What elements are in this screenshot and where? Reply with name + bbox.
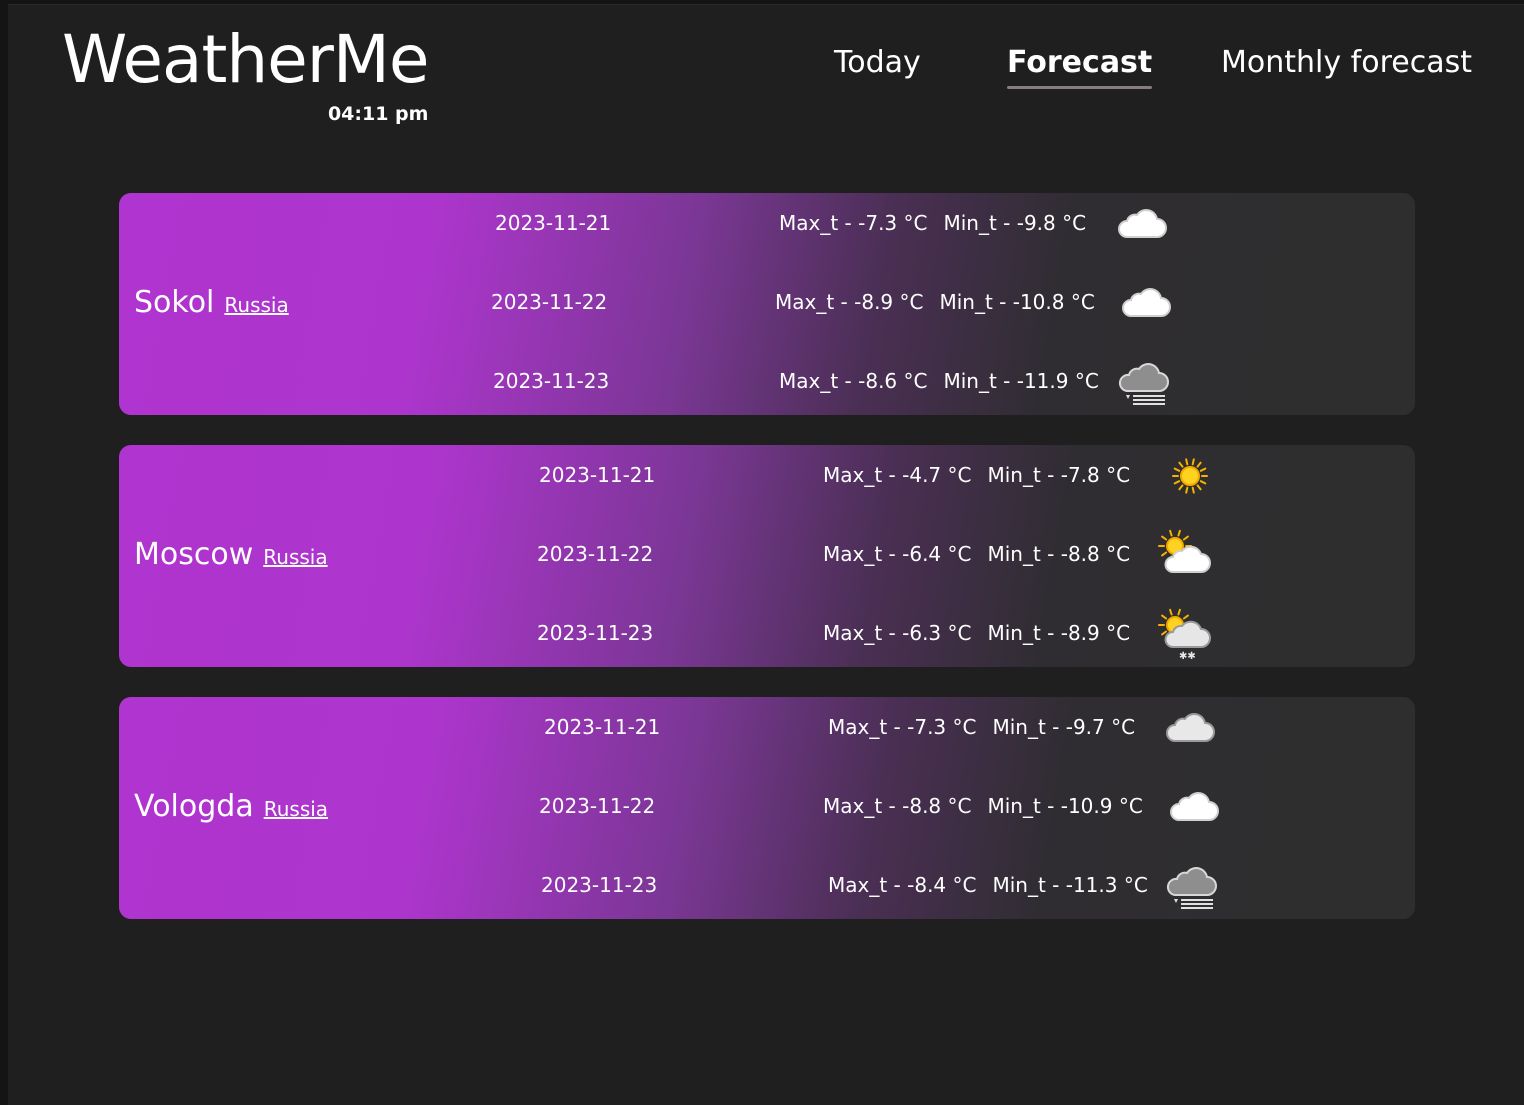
forecast-row: 2023-11-21 Max_t - -7.3 °C Min_t - -9.7 °… <box>119 697 1415 757</box>
forecast-date: 2023-11-23 <box>537 621 654 645</box>
temperature-range: Max_t - -8.8 °C Min_t - -10.9 °C <box>823 794 1143 818</box>
min-temperature: Min_t - -9.8 °C <box>943 211 1087 235</box>
sun-cloud-snow-icon: ✱✱ <box>1157 607 1211 662</box>
min-temperature: Min_t - -11.9 °C <box>943 369 1099 393</box>
cloud-icon <box>1167 780 1221 834</box>
nav-monthly-forecast[interactable]: Monthly forecast <box>1221 43 1472 83</box>
min-temperature: Min_t - -10.9 °C <box>987 794 1143 818</box>
city-card: Moscow Russia 2023-11-21 Max_t - -4.7 °C… <box>119 445 1415 667</box>
forecast-date: 2023-11-23 <box>541 873 658 897</box>
forecast-row: 2023-11-23 Max_t - -8.6 °C Min_t - -11.9 … <box>119 351 1415 411</box>
forecast-row: 2023-11-21 Max_t - -4.7 °C Min_t - -7.8 °… <box>119 445 1415 505</box>
city-card: Sokol Russia 2023-11-21 Max_t - -7.3 °C M… <box>119 193 1415 415</box>
fog-cloud-icon <box>1165 859 1219 913</box>
current-time: 04:11 pm <box>327 103 429 125</box>
forecast-row: 2023-11-23 Max_t - -6.3 °C Min_t - -8.9 °… <box>119 603 1415 663</box>
min-temperature: Min_t - -7.8 °C <box>987 463 1131 487</box>
partly-cloudy-icon <box>1157 528 1211 582</box>
city-card: Vologda Russia 2023-11-21 Max_t - -7.3 °… <box>119 697 1415 919</box>
forecast-date: 2023-11-21 <box>539 463 656 487</box>
app-logo[interactable]: WeatherMe <box>62 21 429 99</box>
forecast-row: 2023-11-22 Max_t - -6.4 °C Min_t - -8.8 °… <box>119 524 1415 584</box>
forecast-row: 2023-11-21 Max_t - -7.3 °C Min_t - -9.8 °… <box>119 193 1415 253</box>
max-temperature: Max_t - -8.4 °C <box>828 873 977 897</box>
brand: WeatherMe 04:11 pm <box>62 21 429 125</box>
temperature-range: Max_t - -6.4 °C Min_t - -8.8 °C <box>823 542 1130 566</box>
temperature-range: Max_t - -8.9 °C Min_t - -10.8 °C <box>775 290 1095 314</box>
temperature-range: Max_t - -4.7 °C Min_t - -7.8 °C <box>823 463 1130 487</box>
min-temperature: Min_t - -8.8 °C <box>987 542 1131 566</box>
min-temperature: Min_t - -9.7 °C <box>992 715 1136 739</box>
forecast-date: 2023-11-22 <box>491 290 608 314</box>
max-temperature: Max_t - -6.4 °C <box>823 542 972 566</box>
min-temperature: Min_t - -10.8 °C <box>939 290 1095 314</box>
nav-today[interactable]: Today <box>834 43 921 83</box>
temperature-range: Max_t - -6.3 °C Min_t - -8.9 °C <box>823 621 1130 645</box>
max-temperature: Max_t - -8.8 °C <box>823 794 972 818</box>
forecast-row: 2023-11-22 Max_t - -8.9 °C Min_t - -10.8 … <box>119 272 1415 332</box>
forecast-date: 2023-11-23 <box>493 369 610 393</box>
max-temperature: Max_t - -7.3 °C <box>828 715 977 739</box>
forecast-date: 2023-11-22 <box>539 794 656 818</box>
min-temperature: Min_t - -8.9 °C <box>987 621 1131 645</box>
sun-icon <box>1163 449 1217 503</box>
forecast-date: 2023-11-21 <box>495 211 612 235</box>
temperature-range: Max_t - -8.4 °C Min_t - -11.3 °C <box>828 873 1148 897</box>
max-temperature: Max_t - -6.3 °C <box>823 621 972 645</box>
forecast-date: 2023-11-21 <box>544 715 661 739</box>
cloud-icon <box>1119 276 1173 330</box>
fog-cloud-icon <box>1117 355 1171 409</box>
forecast-date: 2023-11-22 <box>537 542 654 566</box>
overcast-cloud-icon <box>1163 701 1217 755</box>
svg-text:✱✱: ✱✱ <box>1179 651 1196 661</box>
max-temperature: Max_t - -8.9 °C <box>775 290 924 314</box>
forecast-row: 2023-11-23 Max_t - -8.4 °C Min_t - -11.3 … <box>119 855 1415 915</box>
max-temperature: Max_t - -7.3 °C <box>779 211 928 235</box>
max-temperature: Max_t - -4.7 °C <box>823 463 972 487</box>
temperature-range: Max_t - -7.3 °C Min_t - -9.8 °C <box>779 211 1086 235</box>
app-window: WeatherMe 04:11 pm Today Forecast Monthl… <box>8 4 1524 1105</box>
temperature-range: Max_t - -7.3 °C Min_t - -9.7 °C <box>828 715 1135 739</box>
forecast-row: 2023-11-22 Max_t - -8.8 °C Min_t - -10.9 … <box>119 776 1415 836</box>
temperature-range: Max_t - -8.6 °C Min_t - -11.9 °C <box>779 369 1099 393</box>
cloud-icon <box>1115 197 1169 251</box>
min-temperature: Min_t - -11.3 °C <box>992 873 1148 897</box>
nav-forecast[interactable]: Forecast <box>1007 43 1153 89</box>
max-temperature: Max_t - -8.6 °C <box>779 369 928 393</box>
